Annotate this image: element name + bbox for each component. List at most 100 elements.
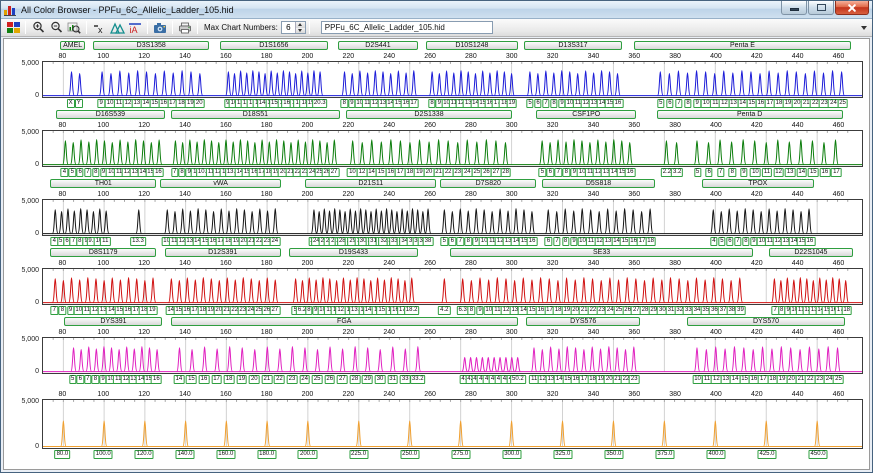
allele-label: 8 [562,168,570,177]
x-tick-label: 100 [97,122,110,129]
allele-label: 19 [146,306,158,315]
channel-plot-red[interactable]: 5,000 0 [21,267,863,306]
x-tick-label: 180 [260,260,273,267]
x-tick-label: 260 [424,329,436,336]
spinner-down-button[interactable] [295,27,305,33]
allele-label: 21 [261,375,273,384]
color-channels-button[interactable] [4,20,22,35]
allele-label-bar: XY910111213141516171819209101112131414.3… [42,99,863,110]
x-tick-label: 440 [791,329,804,336]
x-tick-label: 460 [832,329,845,336]
y-axis-zero-label: 0 [35,92,39,99]
allele-label: 16 [151,375,162,384]
channel-row-green: D16S539 D18S51 D2S1338 CSF1PO Penta D 80 100 12… [21,110,863,179]
allele-label: 400.0 [706,450,726,459]
x-tick-label: 320 [546,260,559,267]
x-tick-label: 320 [546,329,559,336]
zoom-out-button[interactable] [47,20,65,35]
allele-label: 39 [735,306,746,315]
x-tick-label: 440 [791,191,804,198]
electropherogram-trace-orange [43,400,862,448]
marker-box-fga: FGA [170,317,518,326]
y-axis-max-label: 5,000 [21,60,39,67]
zoom-region-button[interactable] [65,20,83,35]
allele-label: 5 [693,168,702,177]
x-tick-label: 260 [424,391,436,398]
zoom-out-icon [50,21,62,33]
charts-area: AMEL D3S1358 D1S1656 D2S441 D10S1248 D13S317 P… [3,38,870,470]
y-axis-max-label: 5,000 [21,336,39,343]
allele-label: 17 [211,375,222,384]
channel-plot-black[interactable]: 5,000 0 [21,198,863,237]
x-tick-label: 80 [58,191,67,198]
allele-label: 24 [299,375,310,384]
allele-label: 7 [675,99,683,108]
allele-label: 20.3 [311,99,328,108]
maximize-icon [816,4,826,11]
x-tick-label: 120 [138,260,150,267]
toolbar: x iA Max Chart Numbers: 6 PPFu_6C_Alleli… [1,19,872,37]
close-button[interactable] [835,1,869,15]
allele-label: 225.0 [349,450,369,459]
allele-label: 13 [784,168,796,177]
channel-plot-magenta[interactable]: 5,000 0 [21,336,863,375]
allele-label: 50.2 [510,375,526,384]
print-button[interactable] [176,20,194,35]
allele-label: 16 [624,168,636,177]
allele-label: 8 [58,306,67,315]
x-tick-label: 140 [179,122,191,129]
overlay-traces-button[interactable]: iA [126,20,144,35]
allele-label: 9 [97,99,105,108]
x-tick-label: 440 [791,260,804,267]
x-tick-label: 360 [628,191,641,198]
x-tick-label: 320 [546,53,559,60]
allele-label: 5 [68,168,76,177]
x-tick-label: 220 [342,260,355,267]
snapshot-icon [154,22,166,33]
zoom-in-button[interactable] [29,20,47,35]
max-chart-numbers-spinner[interactable]: 6 [280,21,306,34]
allele-label: 425.0 [757,450,777,459]
x-tick-label: 320 [546,122,559,129]
x-tick-label: 420 [750,260,763,267]
marker-box-d16s539: D16S539 [56,110,165,119]
x-tick-label: 420 [750,122,763,129]
x-axis-labels: 80 100 120 140 160 180 200 220 240 260 280 300 320 34… [42,328,863,337]
x-tick-label: 240 [383,53,396,60]
marker-box-d1s1656: D1S1656 [219,41,328,50]
channel-row-magenta: DYS391 FGA DYS576 DYS570 80 100 120 140 160 180 20… [21,317,863,386]
allele-label: 10 [750,168,761,177]
allele-label: 38 [422,237,434,246]
y-axis-max-label: 5,000 [21,267,39,274]
hide-labels-button[interactable]: x [90,20,108,35]
allele-label: 9 [740,168,748,177]
marker-box-d12s391: D12S391 [164,248,281,257]
snapshot-button[interactable] [151,20,169,35]
allele-label: 7 [171,168,179,177]
max-chart-numbers-label: Max Chart Numbers: [204,23,278,32]
x-tick-label: 360 [628,329,641,336]
minimize-button[interactable] [781,1,807,15]
x-tick-label: 440 [791,122,804,129]
allele-label: 25 [311,375,323,384]
channel-plot-green[interactable]: 5,000 0 [21,129,863,168]
x-tick-label: 300 [505,260,518,267]
x-tick-label: 420 [750,329,763,336]
maximize-button[interactable] [808,1,834,15]
filename-field[interactable] [320,21,493,34]
allele-label: 9 [693,99,701,108]
x-tick-label: 100 [97,53,110,60]
allele-label: 375.0 [655,450,675,459]
allele-label: 6 [76,168,84,177]
overlay-markers-button[interactable] [108,20,126,35]
title-bar[interactable]: All Color Browser - PPFu_6C_Allelic_Ladd… [1,1,872,19]
channel-plot-orange[interactable]: 5,000 0 [21,398,863,450]
x-tick-label: 300 [505,329,518,336]
channel-plot-blue[interactable]: 5,000 0 [21,60,863,99]
x-tick-label: 380 [669,391,681,398]
allele-label-bar: 5 6 7 8 9 10 11 12 13 14 15 16 14 15 16 17 18 19 20 21 22 23 2… [42,375,863,386]
x-tick-label: 300 [505,122,518,129]
allele-label: 17 [408,99,420,108]
allele-label: 8 [428,99,436,108]
toolbar-overflow-chevron[interactable] [861,25,867,30]
